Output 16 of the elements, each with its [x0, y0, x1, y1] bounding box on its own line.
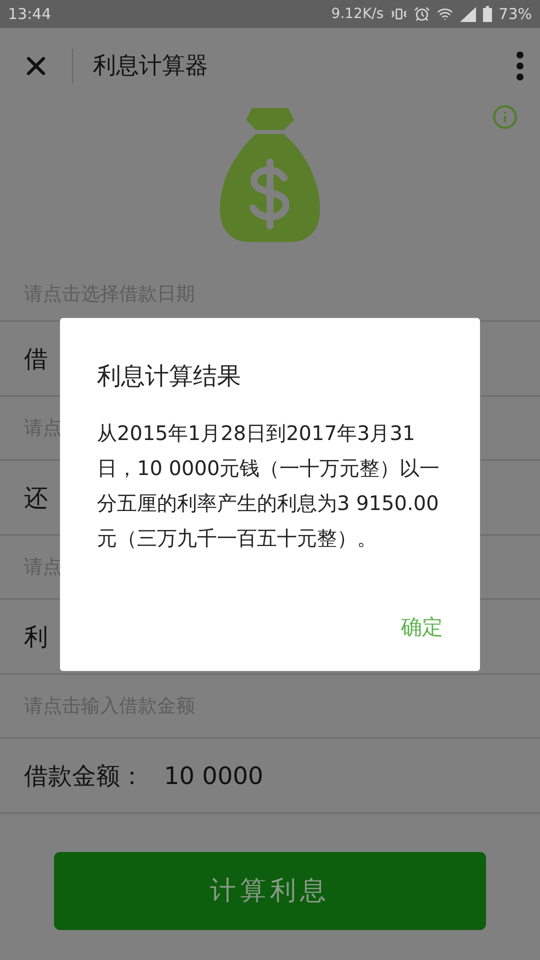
network-speed: 9.12K/s — [331, 4, 384, 24]
window-title: 利息计算器 — [93, 52, 208, 81]
calculate-button[interactable]: 计算利息 — [54, 852, 486, 930]
confirm-button[interactable]: 确定 — [401, 612, 443, 643]
more-icon — [516, 51, 524, 81]
dialog-message: 从2015年1月28日到2017年3月31日，10 0000元钱（一十万元整）以一分五厘的利率产生的利息为3 9150.00元（三万九千一百五十元整）。 — [97, 420, 441, 552]
signal-icon — [460, 6, 476, 22]
vibrate-icon — [390, 6, 407, 22]
battery-icon — [482, 6, 492, 22]
alarm-icon — [414, 6, 430, 22]
dialog-title: 利息计算结果 — [97, 361, 242, 392]
input-field[interactable]: 借款金额： 10 0000 — [0, 739, 540, 814]
wifi-icon — [436, 6, 453, 22]
menu-button[interactable] — [516, 51, 524, 81]
status-time: 13:44 — [8, 4, 52, 25]
battery-level: 73% — [498, 4, 532, 25]
